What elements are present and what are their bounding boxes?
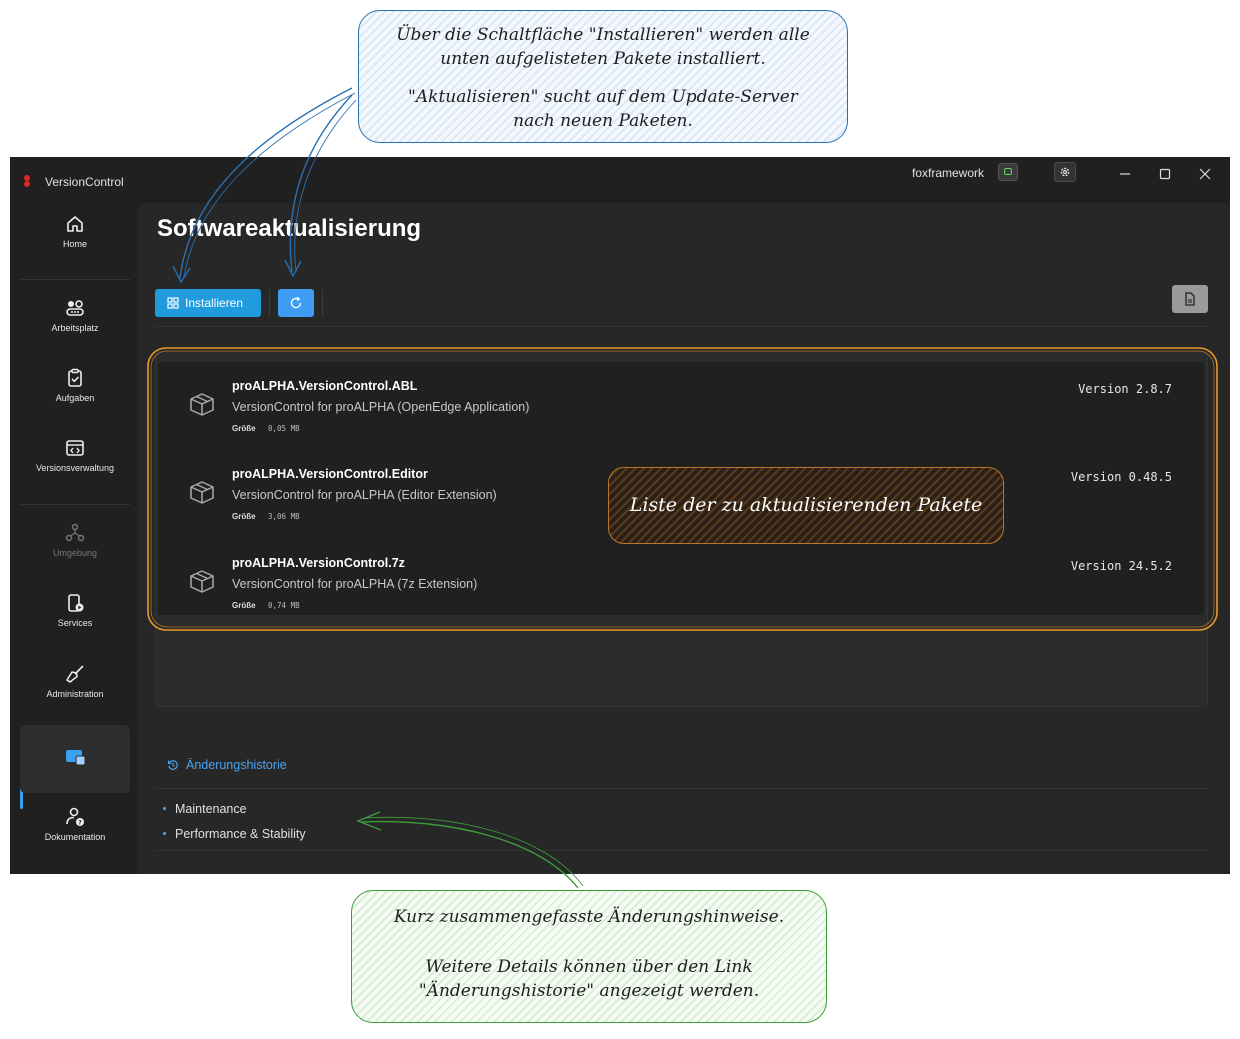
callout-text: Kurz zusammengefasste Änderungshinweise. <box>393 907 785 927</box>
callout-text: "Änderungshistorie" angezeigt werden. <box>418 981 760 1001</box>
change-notes-callout: Kurz zusammengefasste Änderungshinweise.… <box>351 890 827 1023</box>
package-list-callout: Liste der zu aktualisierenden Pakete <box>608 467 1004 544</box>
callout-text: Weitere Details können über den Link <box>425 957 753 977</box>
